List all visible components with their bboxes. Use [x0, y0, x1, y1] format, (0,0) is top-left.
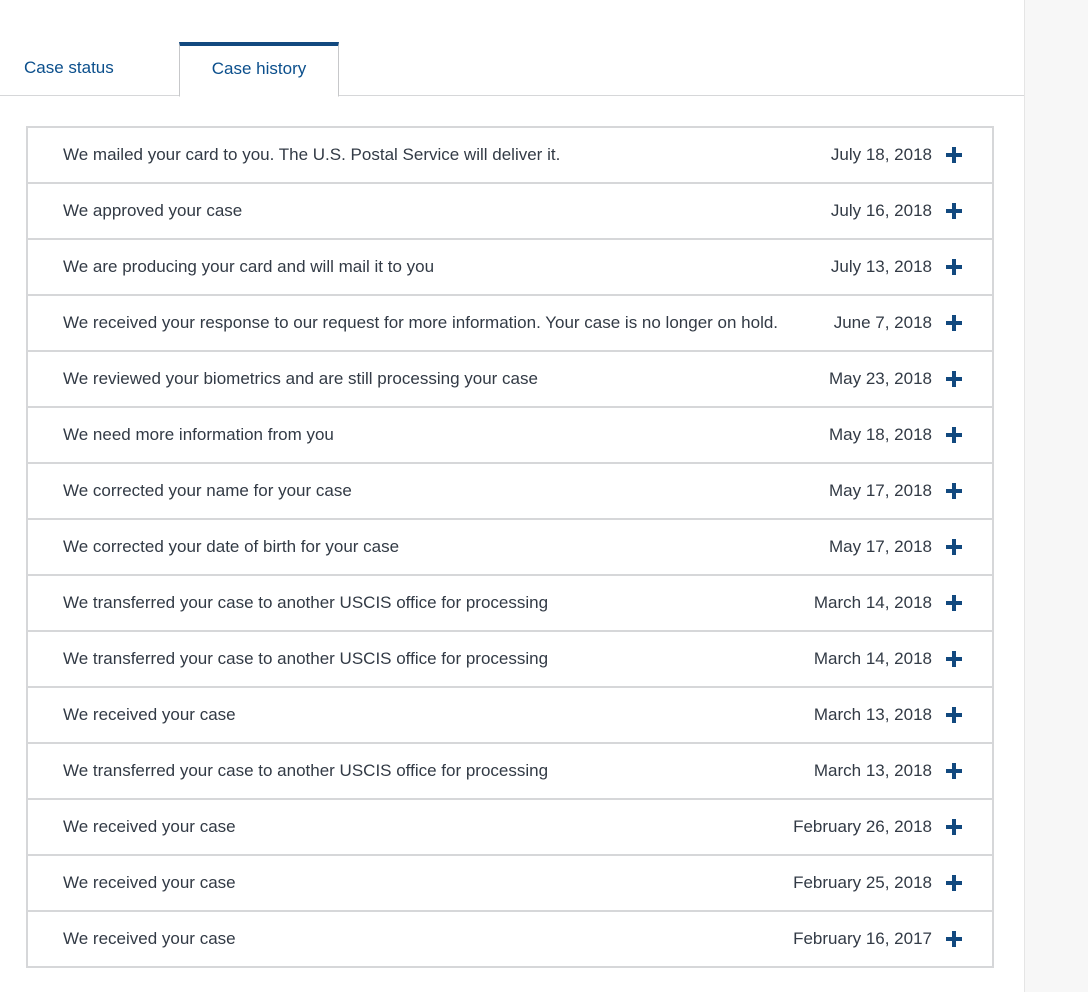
history-item-date: March 14, 2018 [813, 649, 932, 668]
plus-icon[interactable] [946, 147, 962, 163]
plus-icon[interactable] [946, 595, 962, 611]
history-item[interactable]: We received your case February 26, 2018 [28, 800, 992, 856]
plus-icon[interactable] [946, 371, 962, 387]
plus-icon[interactable] [946, 539, 962, 555]
history-item[interactable]: We corrected your date of birth for your… [28, 520, 992, 576]
right-gutter [1024, 0, 1088, 992]
history-item-date: July 16, 2018 [830, 201, 932, 220]
history-item[interactable]: We reviewed your biometrics and are stil… [28, 352, 992, 408]
history-item-description: We mailed your card to you. The U.S. Pos… [63, 145, 561, 164]
history-item-date: July 18, 2018 [830, 145, 932, 164]
plus-icon[interactable] [946, 315, 962, 331]
history-item-description: We transferred your case to another USCI… [63, 649, 549, 668]
case-tabs: Case status Case history [0, 42, 1024, 97]
history-item-description: We received your case [63, 705, 236, 724]
history-item-description: We are producing your card and will mail… [63, 257, 435, 276]
history-item-date: March 13, 2018 [813, 705, 932, 724]
plus-icon[interactable] [946, 819, 962, 835]
plus-icon[interactable] [946, 483, 962, 499]
history-item-date: June 7, 2018 [833, 313, 932, 332]
history-item-date: February 16, 2017 [793, 929, 932, 948]
history-item-date: May 17, 2018 [828, 481, 932, 500]
history-item-date: March 13, 2018 [813, 761, 932, 780]
plus-icon[interactable] [946, 259, 962, 275]
history-item[interactable]: We corrected your name for your case May … [28, 464, 992, 520]
history-item-date: May 17, 2018 [828, 537, 932, 556]
main-content: Case status Case history We mailed your … [0, 0, 1024, 992]
history-item-description: We approved your case [63, 201, 243, 220]
history-item-description: We corrected your name for your case [63, 481, 352, 500]
plus-icon[interactable] [946, 707, 962, 723]
history-item[interactable]: We received your case February 16, 2017 [28, 912, 992, 968]
tab-case-history[interactable]: Case history [179, 42, 339, 97]
plus-icon[interactable] [946, 427, 962, 443]
plus-icon[interactable] [946, 763, 962, 779]
history-item[interactable]: We transferred your case to another USCI… [28, 576, 992, 632]
history-item[interactable]: We transferred your case to another USCI… [28, 744, 992, 800]
history-item-description: We need more information from you [63, 425, 334, 444]
history-item-description: We transferred your case to another USCI… [63, 761, 549, 780]
history-item[interactable]: We transferred your case to another USCI… [28, 632, 992, 688]
plus-icon[interactable] [946, 931, 962, 947]
history-item-description: We transferred your case to another USCI… [63, 593, 549, 612]
history-item-description: We corrected your date of birth for your… [63, 537, 400, 556]
case-history-list: We mailed your card to you. The U.S. Pos… [26, 126, 994, 968]
history-item[interactable]: We are producing your card and will mail… [28, 240, 992, 296]
history-item-date: March 14, 2018 [813, 593, 932, 612]
history-item-date: May 23, 2018 [828, 369, 932, 388]
history-item-description: We reviewed your biometrics and are stil… [63, 369, 538, 388]
history-item-date: February 25, 2018 [793, 873, 932, 892]
history-item[interactable]: We mailed your card to you. The U.S. Pos… [28, 128, 992, 184]
history-item-description: We received your response to our request… [63, 313, 779, 332]
history-item-date: February 26, 2018 [793, 817, 932, 836]
plus-icon[interactable] [946, 651, 962, 667]
history-item-description: We received your case [63, 929, 236, 948]
plus-icon[interactable] [946, 875, 962, 891]
history-item-description: We received your case [63, 873, 236, 892]
history-item[interactable]: We approved your case July 16, 2018 [28, 184, 992, 240]
history-item-date: May 18, 2018 [828, 425, 932, 444]
history-item[interactable]: We received your response to our request… [28, 296, 992, 352]
history-item[interactable]: We need more information from you May 18,… [28, 408, 992, 464]
history-item[interactable]: We received your case March 13, 2018 [28, 688, 992, 744]
history-item[interactable]: We received your case February 25, 2018 [28, 856, 992, 912]
history-item-date: July 13, 2018 [830, 257, 932, 276]
page: Case status Case history We mailed your … [0, 0, 1088, 992]
tab-case-status[interactable]: Case status [0, 42, 179, 96]
history-item-description: We received your case [63, 817, 236, 836]
plus-icon[interactable] [946, 203, 962, 219]
